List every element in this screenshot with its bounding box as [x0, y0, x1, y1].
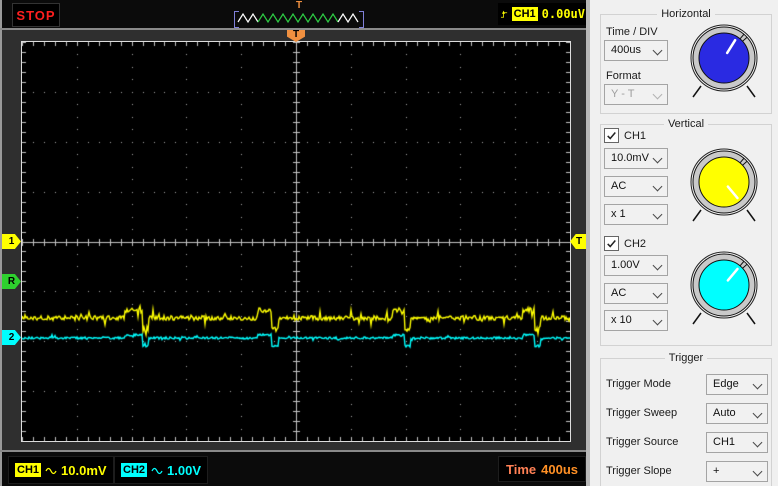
- scope-display: [22, 42, 570, 441]
- scope-top-bar: STOP T CH1 0.00uV: [2, 0, 588, 28]
- preview-waveform-icon: [237, 12, 359, 24]
- trigger-sweep-select[interactable]: Auto: [706, 403, 768, 424]
- ch1-scale-value: 10.0mV: [61, 462, 107, 478]
- trigger-readout: CH1 0.00uV: [498, 3, 588, 25]
- ch2-readout: CH2 1.00V: [114, 456, 208, 484]
- chevron-down-icon: [652, 209, 663, 220]
- ch2-badge: CH2: [121, 463, 148, 477]
- time-readout: Time 400us: [498, 456, 586, 482]
- ch1-enable-checkbox[interactable]: [604, 128, 619, 143]
- time-label: Time: [506, 461, 537, 477]
- chevron-down-icon: [652, 315, 663, 326]
- preview-trigger-position-marker[interactable]: T: [234, 1, 364, 11]
- chevron-down-icon: [752, 379, 763, 390]
- chevron-down-icon: [752, 408, 763, 419]
- trigger-source-label: Trigger Source: [606, 436, 679, 448]
- stop-button[interactable]: STOP: [12, 3, 60, 27]
- check-icon: [607, 240, 616, 248]
- chevron-down-icon: [652, 45, 663, 56]
- ch2-enable-label: CH2: [624, 237, 647, 250]
- trigger-level-value: 0.00uV: [541, 7, 585, 21]
- chevron-down-icon: [752, 437, 763, 448]
- time-div-label: Time / DIV: [606, 26, 658, 38]
- ch1-readout: CH1 10.0mV: [8, 456, 114, 484]
- trigger-mode-select[interactable]: Edge: [706, 374, 768, 395]
- time-value: 400us: [541, 461, 578, 477]
- trigger-group-title: Trigger: [668, 352, 704, 364]
- format-label: Format: [606, 70, 641, 82]
- horizontal-group-title: Horizontal: [661, 8, 711, 20]
- ch1-probe-select[interactable]: x 1: [604, 204, 668, 225]
- ch2-enable-checkbox[interactable]: [604, 236, 619, 251]
- ch2-position-knob[interactable]: [687, 247, 761, 331]
- trigger-slope-select[interactable]: +: [706, 461, 768, 482]
- ch2-scale-select[interactable]: 1.00V: [604, 255, 668, 276]
- ch2-scale-value: 1.00V: [167, 462, 201, 478]
- ch1-enable-label: CH1: [624, 129, 647, 142]
- trigger-mode-label: Trigger Mode: [606, 378, 672, 390]
- trigger-slope-label: Trigger Slope: [606, 465, 672, 477]
- oscilloscope-app: STOP T CH1 0.00uV T 1 R 2 T CH1 10.0mV C…: [0, 0, 778, 486]
- sine-wave-icon: [45, 467, 57, 474]
- trigger-source-select[interactable]: CH1: [706, 432, 768, 453]
- sine-wave-icon: [151, 467, 163, 474]
- ch1-badge: CH1: [15, 463, 42, 477]
- check-icon: [607, 132, 616, 140]
- record-preview: T: [234, 1, 364, 28]
- chevron-down-icon: [652, 181, 663, 192]
- ch1-scale-select[interactable]: 10.0mV: [604, 148, 668, 169]
- ch2-probe-select[interactable]: x 10: [604, 310, 668, 331]
- ch2-coupling-select[interactable]: AC: [604, 283, 668, 304]
- chevron-down-icon: [752, 466, 763, 477]
- ch2-enable-row: CH2: [604, 236, 646, 251]
- chevron-down-icon: [652, 153, 663, 164]
- time-div-select[interactable]: 400us: [604, 40, 668, 61]
- chevron-down-icon: [652, 288, 663, 299]
- ch1-coupling-select[interactable]: AC: [604, 176, 668, 197]
- format-select: Y - T: [604, 84, 668, 105]
- ch1-position-knob[interactable]: [687, 144, 761, 228]
- vertical-group-title: Vertical: [667, 118, 705, 130]
- trigger-sweep-label: Trigger Sweep: [606, 407, 678, 419]
- horizontal-position-knob[interactable]: [687, 20, 761, 104]
- trigger-source-badge: CH1: [511, 7, 538, 21]
- chevron-down-icon: [652, 89, 663, 100]
- ch1-enable-row: CH1: [604, 128, 646, 143]
- rising-edge-trigger-icon: [501, 10, 508, 18]
- chevron-down-icon: [652, 260, 663, 271]
